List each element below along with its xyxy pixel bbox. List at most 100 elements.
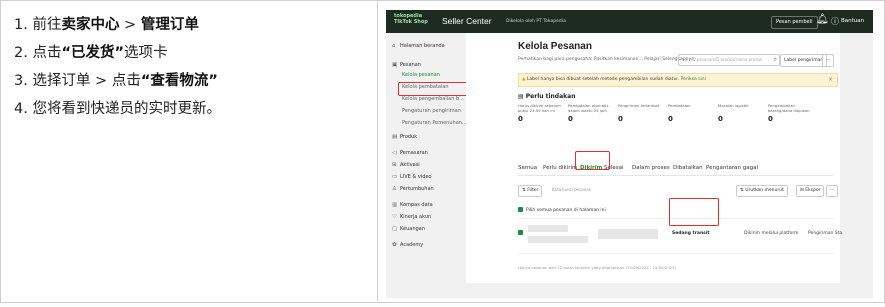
sidebar-item-label: Aktivasi <box>400 162 420 168</box>
todo-count: 0 <box>768 115 773 123</box>
todo-item[interactable]: Pembatalan 0 <box>668 103 716 123</box>
buyer-messages-button[interactable]: Pesan pembeli <box>771 16 818 29</box>
bell-icon[interactable]: 🔔︎ <box>816 14 829 25</box>
todo-count: 0 <box>618 115 623 123</box>
page-title: Kelola Pesanan <box>518 41 592 52</box>
highlight-kelola-pesanan <box>398 82 471 96</box>
step-text: 卖家中心 <box>61 17 120 33</box>
sidebar-item-label: Pengaturan Pemenuhan... <box>402 120 467 126</box>
sidebar-item[interactable]: ⊞ Aktivasi <box>392 162 420 168</box>
tab[interactable]: Semua <box>518 161 537 175</box>
sidebar-item[interactable]: ◁ Pemasaran <box>392 150 428 156</box>
sidebar-item[interactable]: Kelola pesanan <box>402 72 440 78</box>
sidebar-item[interactable]: ♙ Pertumbuhan <box>392 186 434 192</box>
shipping-method: Dikirim melalui platform <box>744 231 799 236</box>
export-button[interactable]: ⊟ Ekspor <box>796 185 825 197</box>
todo-title: ▤ Perlu tindakan <box>518 93 576 100</box>
todo-count: 0 <box>518 115 523 123</box>
step-text: 管理订单 <box>140 17 199 33</box>
sidebar-icon: ▢ <box>392 226 398 232</box>
sidebar-item-label: Kelola pengembalian b... <box>402 96 464 102</box>
todo-item[interactable]: Pembatalan otomatis dalam waktu 24 jam 0 <box>568 103 616 123</box>
search-input[interactable]: Cari ID pesanan/ID produk/nama produk ⌕ <box>678 54 780 66</box>
sidebar-icon: ✿ <box>392 242 397 248</box>
step-number: 4. <box>14 101 28 117</box>
blurred-order-info <box>528 236 588 243</box>
highlight-dikirim-tab <box>575 151 610 170</box>
todo-item[interactable]: Masalah logistik 0 <box>718 103 766 123</box>
sidebar-item-label: Keuangan <box>400 226 425 232</box>
sidebar-icon: ◁ <box>392 150 397 156</box>
sidebar-icon: ▣ <box>392 62 398 68</box>
sidebar-item-label: Halaman beranda <box>400 43 445 49</box>
sidebar-item-label: Kinerja akun <box>400 214 432 220</box>
step-number: 3. <box>14 73 28 89</box>
help-icon[interactable]: ⓘ <box>831 16 839 27</box>
page-subtitle: Perhatikan bagi para pengusaha: Pasitkan… <box>518 57 694 62</box>
sidebar-item[interactable]: ▣ Pesanan <box>392 62 421 68</box>
sidebar-item-label: Produk <box>400 134 418 140</box>
blurred-order-info <box>598 229 658 239</box>
sidebar-item[interactable]: Pengaturan Pemenuhan... <box>402 120 467 126</box>
warning-icon: ▲ <box>522 77 526 82</box>
steps-list: 1. 前往卖家中心 > 管理订单 2. 点击“已发货”选项卡 3. 选择订单 > 点… <box>14 16 369 128</box>
step-text: 选择订单 > 点击 <box>32 73 141 89</box>
todo-item[interactable]: Pengembalian barang/dana diajukan 0 <box>768 103 816 123</box>
todo-item[interactable]: Harus dikirim sebelum pukul 23:59 hari i… <box>518 103 566 123</box>
sidebar-icon: ⌂ <box>392 43 396 49</box>
sidebar-item[interactable]: ▭ LIVE & video <box>392 174 432 180</box>
sidebar-item[interactable]: ▢ Keuangan <box>392 226 425 232</box>
sidebar-icon: ♙ <box>392 186 397 192</box>
sidebar-item-label: Kompas data <box>400 202 433 208</box>
sort-button[interactable]: ⇅ Urutkan menurut <box>736 185 788 197</box>
select-all-row[interactable]: Pilih semua pesanan di halaman ini <box>518 207 606 213</box>
step-number: 2. <box>14 45 28 61</box>
order-checkbox[interactable] <box>518 230 523 235</box>
info-banner: ▲ Label hanya bisa dibuat setelah metode… <box>518 73 838 87</box>
help-link[interactable]: Bantuan <box>841 18 864 24</box>
todo-label: Pembatalan otomatis dalam waktu 24 jam <box>568 103 609 113</box>
top-bar: tokopedia TikTok Shop Seller Center Dike… <box>386 10 873 33</box>
todo-count: 0 <box>718 115 723 123</box>
search-icon: ⌕ <box>773 56 777 63</box>
todo-label: Masalah logistik <box>718 103 749 108</box>
step-text: > <box>119 17 141 33</box>
sidebar-item-label: LIVE & video <box>400 174 432 180</box>
step-4: 4. 您将看到快递员的实时更新。 <box>14 100 369 119</box>
step-text: “查看物流” <box>140 73 218 89</box>
tab[interactable]: Dibatalkan <box>673 161 703 175</box>
tab[interactable]: Dalam proses <box>632 161 670 175</box>
step-2: 2. 点击“已发货”选项卡 <box>14 44 369 63</box>
sidebar-item[interactable]: ▤ Produk <box>392 134 417 140</box>
todo-count: 0 <box>668 115 673 123</box>
filter-button[interactable]: ⇅ Filter <box>518 185 543 197</box>
more-options-button[interactable]: ··· <box>826 185 839 197</box>
sidebar-item[interactable]: Kelola pengembalian b... <box>402 96 464 102</box>
close-icon[interactable]: × <box>828 74 833 86</box>
footer-note: Hanya pesanan dari 12 bulan terakhir yan… <box>518 265 676 270</box>
tokopedia-logo: tokopedia TikTok Shop <box>394 13 428 25</box>
todo-label: Pengembalian barang/dana diajukan <box>768 103 810 113</box>
step-1: 1. 前往卖家中心 > 管理订单 <box>14 16 369 35</box>
tab[interactable]: Perlu dikirim <box>543 161 577 175</box>
shipping-label-button[interactable]: Label pengiriman <box>780 54 828 67</box>
todo-item[interactable]: Pengiriman terlambat 0 <box>618 103 666 123</box>
more-button[interactable]: ··· <box>822 54 835 67</box>
seller-center-screenshot: tokopedia TikTok Shop Seller Center Dike… <box>386 10 873 298</box>
sidebar-icon: ▤ <box>392 134 398 140</box>
sidebar-item[interactable]: ♡ Kinerja akun <box>392 214 431 220</box>
main-panel: Kelola Pesanan Perhatikan bagi para peng… <box>466 33 842 283</box>
sidebar-icon: ⊞ <box>392 162 397 168</box>
brand-title: Seller Center <box>442 16 492 26</box>
sidebar-item[interactable]: Pengaturan pengiriman <box>402 108 461 114</box>
sidebar-item[interactable]: ▥ Kompas data <box>392 202 433 208</box>
sidebar-item-label: Academy <box>400 242 424 248</box>
banner-link[interactable]: Periksa sini <box>681 77 706 82</box>
sidebar-item[interactable]: ✿ Academy <box>392 242 423 248</box>
sidebar-item[interactable]: ⌂ Halaman beranda <box>392 43 445 49</box>
todo-label: Pembatalan <box>668 103 691 108</box>
sidebar-icon: ▥ <box>392 202 398 208</box>
tab[interactable]: Pengantaran gagal <box>706 161 758 175</box>
select-all-checkbox[interactable] <box>518 207 523 212</box>
step-text: 您将看到快递员的实时更新。 <box>32 101 221 117</box>
